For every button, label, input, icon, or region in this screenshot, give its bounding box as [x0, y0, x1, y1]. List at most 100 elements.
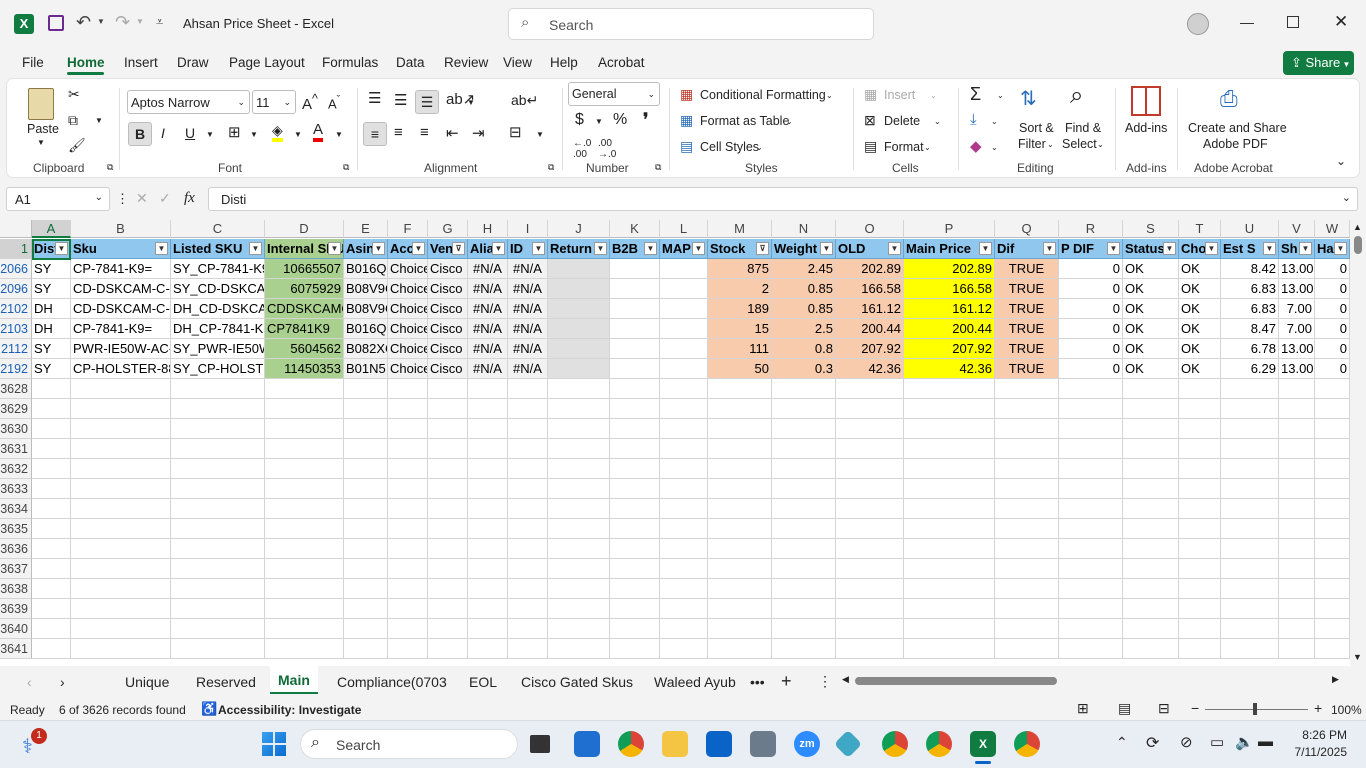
table-cell[interactable]: [171, 559, 265, 579]
table-cell[interactable]: B016Q7: [344, 319, 388, 339]
number-format-select[interactable]: General ⌄: [568, 82, 660, 106]
table-cell[interactable]: [428, 559, 468, 579]
table-cell[interactable]: 7.00: [1279, 319, 1315, 339]
table-cell[interactable]: [610, 459, 660, 479]
table-cell[interactable]: #N/A: [508, 319, 548, 339]
table-cell[interactable]: [1123, 539, 1179, 559]
comma-style-icon[interactable]: ❜: [643, 110, 648, 130]
table-cell[interactable]: [508, 539, 548, 559]
table-header-cell[interactable]: Dif ▼: [995, 239, 1059, 259]
table-cell[interactable]: [171, 439, 265, 459]
table-cell[interactable]: CP7841K9: [265, 319, 344, 339]
table-cell[interactable]: [171, 599, 265, 619]
name-box[interactable]: A1 ⌄: [6, 187, 110, 211]
spreadsheet-grid[interactable]: A Disti ▼ B Sku ▼ C Listed SKU ▼ D Internal SKU ▼ E A…: [0, 220, 1350, 666]
table-cell[interactable]: [995, 559, 1059, 579]
table-cell[interactable]: [610, 579, 660, 599]
table-cell[interactable]: [610, 339, 660, 359]
table-header-cell[interactable]: Asin ▼: [344, 239, 388, 259]
row-header[interactable]: 2066: [0, 259, 32, 279]
search-box[interactable]: ⌕ Search: [508, 8, 874, 40]
table-cell[interactable]: [548, 539, 610, 559]
table-cell[interactable]: [468, 539, 508, 559]
table-cell[interactable]: [708, 499, 772, 519]
underline-button[interactable]: U: [185, 125, 195, 141]
table-cell[interactable]: CDDSKCAMC: [265, 299, 344, 319]
table-cell[interactable]: [548, 339, 610, 359]
table-cell[interactable]: [468, 439, 508, 459]
table-header-cell[interactable]: Acc ▼: [388, 239, 428, 259]
table-cell[interactable]: [508, 499, 548, 519]
increase-indent-icon[interactable]: ⇥: [472, 124, 485, 142]
table-cell[interactable]: [1123, 579, 1179, 599]
table-cell[interactable]: [772, 499, 836, 519]
table-cell[interactable]: [71, 539, 171, 559]
borders-icon[interactable]: ⊞: [228, 123, 241, 141]
row-header[interactable]: 2112: [0, 339, 32, 359]
insert-function-icon[interactable]: fx: [184, 190, 195, 207]
table-cell[interactable]: [548, 519, 610, 539]
table-cell[interactable]: SY: [32, 259, 71, 279]
zoom-out-icon[interactable]: −: [1191, 700, 1199, 716]
cancel-entry-icon[interactable]: ✕: [136, 190, 148, 207]
table-cell[interactable]: [428, 439, 468, 459]
table-cell[interactable]: [708, 639, 772, 659]
table-cell[interactable]: [1123, 379, 1179, 399]
table-header-cell[interactable]: OLD ▼: [836, 239, 904, 259]
table-cell[interactable]: [1059, 479, 1123, 499]
table-cell[interactable]: [508, 439, 548, 459]
calculator-icon[interactable]: [750, 731, 776, 757]
task-view-icon[interactable]: [530, 735, 550, 753]
table-cell[interactable]: [904, 479, 995, 499]
format-as-table-button[interactable]: Format as Table: [700, 114, 789, 128]
chrome-profile-2-icon[interactable]: [926, 731, 952, 757]
table-cell[interactable]: 0: [1059, 359, 1123, 379]
table-cell[interactable]: [1059, 579, 1123, 599]
table-cell[interactable]: [344, 379, 388, 399]
cut-icon[interactable]: ✂: [68, 86, 80, 103]
table-cell[interactable]: [548, 499, 610, 519]
zoom-slider[interactable]: [1205, 703, 1308, 715]
redo-dropdown-icon[interactable]: ▼: [136, 17, 144, 26]
table-cell[interactable]: [660, 619, 708, 639]
table-cell[interactable]: SY_PWR-IE50W: [171, 339, 265, 359]
table-cell[interactable]: CP-7841-K9=: [71, 259, 171, 279]
table-cell[interactable]: [1179, 539, 1221, 559]
table-cell[interactable]: CD-DSKCAM-C-US: [71, 279, 171, 299]
table-cell[interactable]: [265, 539, 344, 559]
table-cell[interactable]: [508, 419, 548, 439]
align-left-icon[interactable]: ≡: [363, 122, 387, 146]
table-cell[interactable]: [548, 419, 610, 439]
merge-center-icon[interactable]: ⊟: [509, 123, 522, 141]
table-cell[interactable]: [32, 639, 71, 659]
tab-waleed-ayub[interactable]: Waleed Ayub: [654, 674, 736, 690]
table-cell[interactable]: [265, 379, 344, 399]
zoom-level[interactable]: 100%: [1331, 703, 1362, 717]
table-cell[interactable]: [548, 619, 610, 639]
delete-cells-icon[interactable]: ⊠: [864, 112, 876, 129]
excel-taskbar-icon[interactable]: X: [970, 731, 996, 757]
table-cell[interactable]: [1315, 459, 1350, 479]
table-cell[interactable]: [610, 359, 660, 379]
table-cell[interactable]: [1179, 559, 1221, 579]
clock-date[interactable]: 7/11/2025: [1285, 745, 1348, 759]
table-cell[interactable]: 202.89: [904, 259, 995, 279]
table-cell[interactable]: [344, 519, 388, 539]
column-header[interactable]: F: [388, 220, 428, 238]
alignment-launcher-icon[interactable]: ⧉: [548, 162, 554, 173]
taskbar-search[interactable]: ⌕ Search: [300, 729, 518, 759]
column-header[interactable]: D: [265, 220, 344, 238]
redo-icon[interactable]: ↷: [115, 12, 130, 33]
table-cell[interactable]: [548, 439, 610, 459]
table-cell[interactable]: [32, 599, 71, 619]
table-cell[interactable]: 13.00: [1279, 259, 1315, 279]
table-cell[interactable]: #N/A: [468, 339, 508, 359]
increase-decimal-icon[interactable]: ←.0.00: [573, 138, 591, 160]
table-cell[interactable]: [1221, 559, 1279, 579]
table-cell[interactable]: OK: [1123, 319, 1179, 339]
table-cell[interactable]: [265, 499, 344, 519]
table-cell[interactable]: 0: [1059, 259, 1123, 279]
filter-dropdown-icon[interactable]: ▼: [594, 242, 607, 255]
table-cell[interactable]: [32, 539, 71, 559]
battery-icon[interactable]: ▬: [1258, 733, 1273, 750]
